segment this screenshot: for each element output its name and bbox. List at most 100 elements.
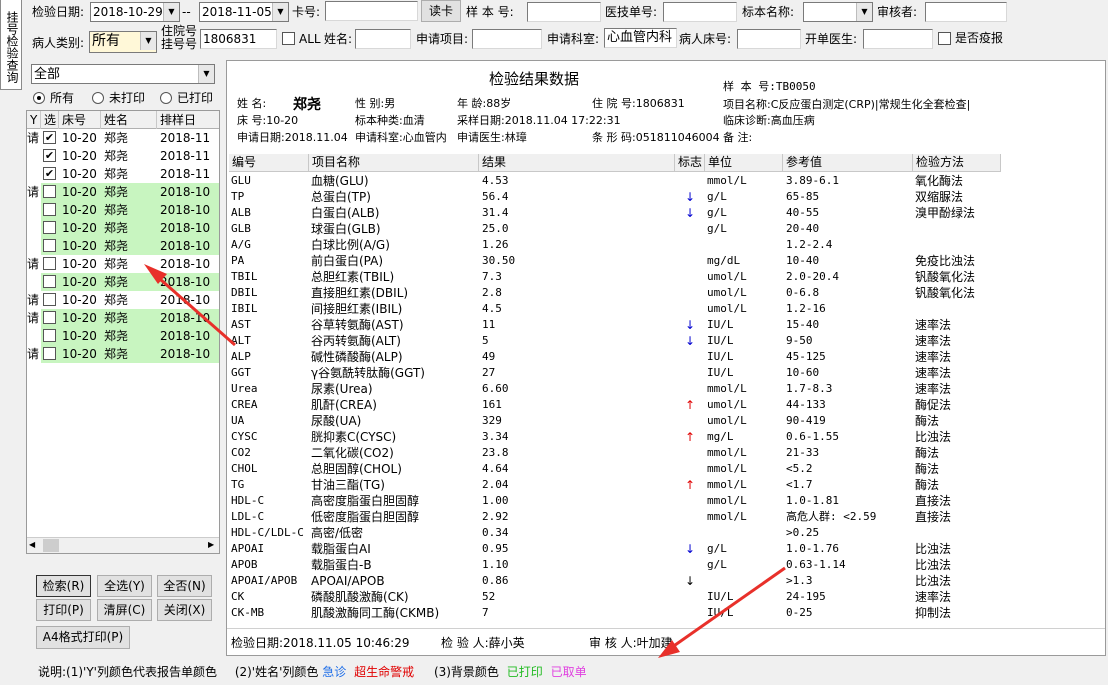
- select-all-button[interactable]: 全选(Y): [97, 575, 152, 597]
- result-row[interactable]: TP 总蛋白(TP) 56.4 ↓ g/L 65-85 双缩脲法: [227, 189, 1105, 205]
- col-name[interactable]: 姓名: [101, 111, 157, 129]
- patient-row[interactable]: 请 10-20 郑尧 2018-10: [27, 291, 219, 309]
- doctor-input[interactable]: [863, 29, 933, 49]
- hospital-no-input[interactable]: 1806831: [200, 29, 277, 49]
- date-from-picker[interactable]: 2018-10-29 ▼: [90, 2, 180, 22]
- result-row[interactable]: GGT γ谷氨酰转肽酶(GGT) 27 IU/L 10-60 速率法: [227, 365, 1105, 381]
- bed-no-input[interactable]: [737, 29, 801, 49]
- result-row[interactable]: ALB 白蛋白(ALB) 31.4 ↓ g/L 40-55 溴甲酚绿法: [227, 205, 1105, 221]
- result-row[interactable]: APOAI 载脂蛋白AI 0.95 ↓ g/L 1.0-1.76 比浊法: [227, 541, 1105, 557]
- patient-row[interactable]: 请 10-20 郑尧 2018-10: [27, 345, 219, 363]
- result-row[interactable]: GLU 血糖(GLU) 4.53 mmol/L 3.89-6.1 氧化酶法: [227, 173, 1105, 189]
- result-row[interactable]: LDL-C 低密度脂蛋白胆固醇 2.92 mmol/L 高危人群: <2.59 直接法: [227, 509, 1105, 525]
- col-code[interactable]: 编号: [229, 154, 309, 172]
- scroll-thumb[interactable]: [43, 539, 59, 552]
- col-bed[interactable]: 床号: [59, 111, 101, 129]
- card-input[interactable]: [325, 1, 418, 21]
- result-row[interactable]: UA 尿酸(UA) 329 umol/L 90-419 酶法: [227, 413, 1105, 429]
- patient-row[interactable]: 10-20 郑尧 2018-10: [27, 327, 219, 345]
- patient-row[interactable]: 请 10-20 郑尧 2018-10: [27, 255, 219, 273]
- apply-item-input[interactable]: [472, 29, 542, 49]
- patient-row[interactable]: 10-20 郑尧 2018-10: [27, 237, 219, 255]
- row-select-checkbox[interactable]: [43, 221, 56, 234]
- patient-row[interactable]: 请 10-20 郑尧 2018-10: [27, 183, 219, 201]
- list-horizontal-scrollbar[interactable]: ◀ ▶: [27, 537, 219, 553]
- row-select-checkbox[interactable]: [43, 239, 56, 252]
- name-input[interactable]: [355, 29, 411, 49]
- chevron-down-icon[interactable]: ▼: [856, 3, 872, 21]
- result-row[interactable]: CHOL 总胆固醇(CHOL) 4.64 mmol/L <5.2 酶法: [227, 461, 1105, 477]
- col-unit[interactable]: 单位: [705, 154, 783, 172]
- scroll-right-icon[interactable]: ▶: [208, 540, 214, 549]
- result-row[interactable]: CK 磷酸肌酸激酶(CK) 52 IU/L 24-195 速率法: [227, 589, 1105, 605]
- col-select[interactable]: 选: [41, 111, 59, 129]
- clear-button[interactable]: 清屏(C): [97, 599, 152, 621]
- medtech-no-input[interactable]: [663, 2, 737, 22]
- patient-list[interactable]: Y 选 床号 姓名 排样日 请 ✔ 10-20 郑尧 2018-11 ✔ 10-20 郑尧 20…: [26, 110, 220, 554]
- col-result[interactable]: 结果: [479, 154, 675, 172]
- result-row[interactable]: CO2 二氧化碳(CO2) 23.8 mmol/L 21-33 酶法: [227, 445, 1105, 461]
- col-y[interactable]: Y: [27, 111, 41, 129]
- search-button[interactable]: 检索(R): [36, 575, 91, 597]
- result-row[interactable]: APOB 载脂蛋白-B 1.10 g/L 0.63-1.14 比浊法: [227, 557, 1105, 573]
- radio-all[interactable]: [33, 92, 45, 104]
- a4-print-button[interactable]: A4格式打印(P): [36, 626, 130, 649]
- result-row[interactable]: APOAI/APOB APOAI/APOB 0.86 ↓ >1.3 比浊法: [227, 573, 1105, 589]
- row-select-checkbox[interactable]: [43, 329, 56, 342]
- side-tab-lab-query[interactable]: 挂号检验查询: [0, 0, 22, 90]
- result-row[interactable]: A/G 白球比例(A/G) 1.26 1.2-2.4: [227, 237, 1105, 253]
- row-select-checkbox[interactable]: [43, 311, 56, 324]
- result-row[interactable]: HDL-C/LDL-C 高密/低密 0.34 >0.25: [227, 525, 1105, 541]
- apply-dept-input[interactable]: 心血管内科: [604, 28, 677, 48]
- radio-printed[interactable]: [160, 92, 172, 104]
- col-reference[interactable]: 参考值: [783, 154, 913, 172]
- row-select-checkbox[interactable]: ✔: [43, 167, 56, 180]
- result-row[interactable]: IBIL 间接胆红素(IBIL) 4.5 umol/L 1.2-16: [227, 301, 1105, 317]
- patient-row[interactable]: ✔ 10-20 郑尧 2018-11: [27, 147, 219, 165]
- col-item-name[interactable]: 项目名称: [309, 154, 479, 172]
- epidemic-checkbox[interactable]: [938, 32, 951, 45]
- result-row[interactable]: ALP 碱性磷酸酶(ALP) 49 IU/L 45-125 速率法: [227, 349, 1105, 365]
- date-to-picker[interactable]: 2018-11-05 ▼: [199, 2, 289, 22]
- row-select-checkbox[interactable]: ✔: [43, 149, 56, 162]
- select-none-button[interactable]: 全否(N): [157, 575, 212, 597]
- row-select-checkbox[interactable]: [43, 293, 56, 306]
- chevron-down-icon[interactable]: ▼: [198, 65, 214, 83]
- result-row[interactable]: DBIL 直接胆红素(DBIL) 2.8 umol/L 0-6.8 钒酸氧化法: [227, 285, 1105, 301]
- scroll-left-icon[interactable]: ◀: [29, 540, 35, 549]
- chevron-down-icon[interactable]: ▼: [163, 3, 179, 21]
- col-date[interactable]: 排样日: [157, 111, 219, 129]
- patient-row[interactable]: 请 ✔ 10-20 郑尧 2018-11: [27, 129, 219, 147]
- chevron-down-icon[interactable]: ▼: [272, 3, 288, 21]
- col-method[interactable]: 检验方法: [913, 154, 1001, 172]
- result-row[interactable]: CREA 肌酐(CREA) 161 ↑ umol/L 44-133 酶促法: [227, 397, 1105, 413]
- row-select-checkbox[interactable]: [43, 347, 56, 360]
- patient-row[interactable]: ✔ 10-20 郑尧 2018-11: [27, 165, 219, 183]
- read-card-button[interactable]: 读卡: [421, 0, 461, 22]
- result-row[interactable]: HDL-C 高密度脂蛋白胆固醇 1.00 mmol/L 1.0-1.81 直接法: [227, 493, 1105, 509]
- patient-row[interactable]: 10-20 郑尧 2018-10: [27, 219, 219, 237]
- reviewer-input[interactable]: [925, 2, 1007, 22]
- row-select-checkbox[interactable]: [43, 185, 56, 198]
- col-flag[interactable]: 标志: [675, 154, 705, 172]
- all-checkbox[interactable]: [282, 32, 295, 45]
- patient-row[interactable]: 请 10-20 郑尧 2018-10: [27, 309, 219, 327]
- result-row[interactable]: PA 前白蛋白(PA) 30.50 mg/dL 10-40 免疫比浊法: [227, 253, 1105, 269]
- result-row[interactable]: AST 谷草转氨酶(AST) 11 ↓ IU/L 15-40 速率法: [227, 317, 1105, 333]
- radio-unprinted[interactable]: [92, 92, 104, 104]
- print-button[interactable]: 打印(P): [36, 599, 91, 621]
- result-row[interactable]: GLB 球蛋白(GLB) 25.0 g/L 20-40: [227, 221, 1105, 237]
- result-row[interactable]: TG 甘油三酯(TG) 2.04 ↑ mmol/L <1.7 酶法: [227, 477, 1105, 493]
- result-row[interactable]: CK-MB 肌酸激酶同工酶(CKMB) 7 IU/L 0-25 抑制法: [227, 605, 1105, 621]
- close-button[interactable]: 关闭(X): [157, 599, 212, 621]
- specimen-select[interactable]: ▼: [803, 2, 873, 22]
- patient-row[interactable]: 10-20 郑尧 2018-10: [27, 201, 219, 219]
- row-select-checkbox[interactable]: ✔: [43, 131, 56, 144]
- result-row[interactable]: CYSC 胱抑素C(CYSC) 3.34 ↑ mg/L 0.6-1.55 比浊法: [227, 429, 1105, 445]
- chevron-down-icon[interactable]: ▼: [140, 32, 156, 50]
- sample-no-input[interactable]: [527, 2, 601, 22]
- result-row[interactable]: ALT 谷丙转氨酶(ALT) 5 ↓ IU/L 9-50 速率法: [227, 333, 1105, 349]
- result-row[interactable]: Urea 尿素(Urea) 6.60 mmol/L 1.7-8.3 速率法: [227, 381, 1105, 397]
- patient-row[interactable]: 10-20 郑尧 2018-10: [27, 273, 219, 291]
- row-select-checkbox[interactable]: [43, 257, 56, 270]
